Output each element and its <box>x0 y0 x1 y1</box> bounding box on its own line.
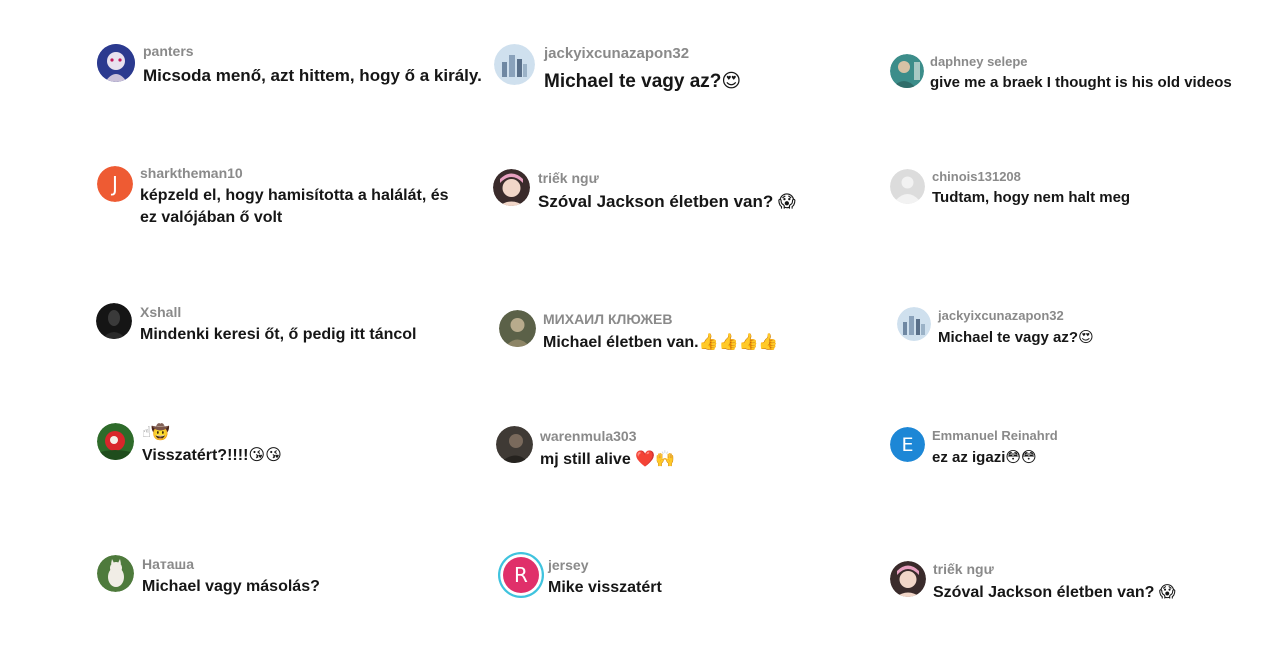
portrait-avatar-icon[interactable] <box>499 310 536 347</box>
city-avatar-icon[interactable] <box>494 44 535 85</box>
comment-chinois131208: chinois131208 Tudtam, hogy nem halt meg <box>890 167 1180 211</box>
comment-username[interactable]: warenmula303 <box>540 427 675 445</box>
comment-text: Michael vagy másolás? <box>142 578 320 595</box>
dark-avatar-icon[interactable] <box>96 303 132 339</box>
comment-username[interactable]: Xshall <box>140 303 416 321</box>
comment-text: mj still alive ❤️🙌 <box>540 449 676 468</box>
comment-text: ez az igazi😳😳 <box>932 448 1037 466</box>
comment-triek-ngu-2: triếk ngư Szóval Jackson életben van? 😱 <box>890 560 1180 606</box>
comment-text: Visszatért?!!!!😘😘 <box>142 445 282 464</box>
comment-username[interactable]: panters <box>143 42 482 60</box>
comment-text: Mike visszatért <box>548 579 662 596</box>
comment-triek-ngu: triếk ngư Szóval Jackson életben van? 😱 <box>493 168 796 214</box>
flushed-emoji: 😳😳 <box>1005 448 1037 466</box>
comment-text: Micsoda menő, azt hittem, hogy ő a királ… <box>143 66 482 85</box>
comment-emoji-user: ☝🤠 Visszatért?!!!!😘😘 <box>97 422 357 466</box>
comment-jersey: R jersey Mike visszatért <box>498 552 728 600</box>
comment-natasha: Наташа Michael vagy másolás? <box>97 554 357 598</box>
comment-jackyixcunazapon32: jackyixcunazapon32 Michael te vagy az?😍 <box>494 42 754 94</box>
anime-avatar-icon[interactable] <box>97 44 135 82</box>
photo-avatar-icon[interactable] <box>890 54 924 88</box>
comment-jackyixcunazapon32-2: jackyixcunazapon32 Michael te vagy az?😍 <box>897 306 1137 350</box>
comment-text: Szóval Jackson életben van? 😱 <box>933 582 1176 601</box>
comment-text: képzeld el, hogy hamisította a halálát, … <box>140 187 449 226</box>
avatar-letter: E <box>901 433 914 456</box>
comment-username[interactable]: jersey <box>548 556 662 574</box>
city-avatar-icon[interactable] <box>897 307 931 341</box>
comment-username[interactable]: daphney selepe <box>930 53 1232 70</box>
avatar-letter-r[interactable]: R <box>498 552 544 598</box>
comment-username[interactable]: jackyixcunazapon32 <box>544 44 741 64</box>
cat-avatar-icon[interactable] <box>97 555 134 592</box>
comment-panters: panters Micsoda menő, azt hittem, hogy ő… <box>97 42 482 86</box>
comment-text: give me a braek I thought is his old vid… <box>930 74 1232 91</box>
comment-username[interactable]: Emmanuel Reinahrd <box>932 427 1058 444</box>
avatar-letter-j[interactable]: J <box>97 166 133 202</box>
heart-eyes-emoji: 😍 <box>721 70 742 92</box>
comment-emmanuel-reinahrd: E Emmanuel Reinahrd ez az igazi😳😳 <box>890 426 1150 470</box>
comment-xshall: Xshall Mindenki keresi őt, ő pedig itt t… <box>96 302 436 346</box>
flower-avatar-icon[interactable] <box>97 423 134 460</box>
comment-username[interactable]: jackyixcunazapon32 <box>938 307 1094 324</box>
comment-text: Mindenki keresi őt, ő pedig itt táncol <box>140 326 417 343</box>
photo-avatar-icon[interactable] <box>496 426 533 463</box>
scream-emoji: 😱 <box>778 192 796 212</box>
comment-username[interactable]: sharktheman10 <box>140 164 460 182</box>
thumbs-up-emoji: 👍👍👍👍 <box>698 332 779 351</box>
comment-sharktheman10: J sharktheman10 képzeld el, hogy hamisít… <box>97 164 467 230</box>
comment-text: Michael te vagy az?😍 <box>544 70 742 92</box>
girl-avatar-icon[interactable] <box>493 169 530 206</box>
comment-daphney-selepe: daphney selepe give me a braek I thought… <box>890 52 1232 96</box>
avatar-letter-e[interactable]: E <box>890 427 925 462</box>
default-user-icon[interactable] <box>890 169 925 204</box>
heart-hands-emoji: ❤️🙌 <box>635 449 676 468</box>
comment-text: Szóval Jackson életben van? 😱 <box>538 192 796 212</box>
heart-eyes-emoji: 😍 <box>1078 328 1094 346</box>
comment-mikhail: МИХАИЛ КЛЮЖЕВ Michael életben van.👍👍👍👍 <box>499 309 799 355</box>
comment-warenmula303: warenmula303 mj still alive ❤️🙌 <box>496 426 756 472</box>
comment-text: Michael te vagy az?😍 <box>938 328 1094 346</box>
comment-text: Michael életben van.👍👍👍👍 <box>543 332 779 351</box>
scream-emoji: 😱 <box>1158 582 1176 601</box>
comment-username[interactable]: triếk ngư <box>538 169 796 187</box>
avatar-letter: J <box>112 172 118 196</box>
comment-username[interactable]: МИХАИЛ КЛЮЖЕВ <box>543 310 778 328</box>
kiss-emoji: 😘😘 <box>248 445 282 464</box>
avatar-letter: R <box>514 563 528 587</box>
comment-username[interactable]: Наташа <box>142 555 320 573</box>
comment-text: Tudtam, hogy nem halt meg <box>932 189 1131 206</box>
girl-avatar-icon[interactable] <box>890 561 926 597</box>
comment-username[interactable]: triếk ngư <box>933 560 1176 578</box>
comment-username[interactable]: chinois131208 <box>932 168 1130 185</box>
comment-username[interactable]: ☝🤠 <box>142 422 282 442</box>
